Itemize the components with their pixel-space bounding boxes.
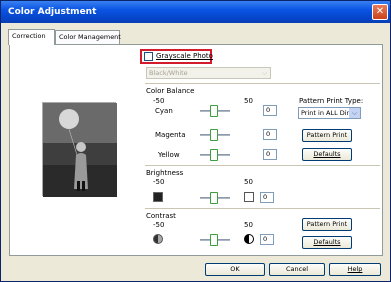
magenta-slider-thumb[interactable] bbox=[210, 129, 218, 141]
ok-button[interactable]: OK bbox=[205, 263, 265, 276]
magenta-slider[interactable] bbox=[200, 129, 230, 141]
yellow-label: Yellow bbox=[158, 151, 180, 159]
contrast-max: 50 bbox=[244, 221, 253, 229]
brightness-max: 50 bbox=[244, 178, 253, 186]
contrast-min: -50 bbox=[153, 221, 165, 229]
cyan-value[interactable]: 0 bbox=[263, 105, 277, 116]
dark-icon bbox=[153, 192, 163, 202]
close-button[interactable]: ✕ bbox=[372, 4, 388, 20]
magenta-label: Magenta bbox=[155, 131, 186, 139]
light-icon bbox=[244, 192, 254, 202]
brightness-title: Brightness bbox=[146, 169, 184, 177]
pattern-print-type-label: Pattern Print Type: bbox=[299, 97, 364, 105]
contrast-defaults-button[interactable]: Defaults bbox=[302, 236, 352, 249]
bw-select: Black/White ⌵ bbox=[146, 67, 271, 79]
contrast-slider-thumb[interactable] bbox=[210, 234, 218, 246]
chevron-down-icon: ⌵ bbox=[259, 68, 270, 78]
brightness-slider[interactable] bbox=[200, 192, 230, 204]
color-balance-min: -50 bbox=[153, 97, 165, 105]
contrast-pattern-print-button[interactable]: Pattern Print bbox=[302, 218, 352, 231]
tab-color-management[interactable]: Color Management bbox=[55, 30, 121, 44]
high-contrast-icon bbox=[244, 234, 254, 244]
cyan-label: Cyan bbox=[155, 107, 173, 115]
magenta-value[interactable]: 0 bbox=[263, 129, 277, 140]
pattern-print-button[interactable]: Pattern Print bbox=[302, 129, 352, 142]
yellow-slider-thumb[interactable] bbox=[210, 149, 218, 161]
chevron-down-icon: ⌵ bbox=[349, 108, 360, 118]
yellow-value[interactable]: 0 bbox=[263, 149, 277, 160]
bw-select-value: Black/White bbox=[149, 69, 188, 77]
contrast-divider bbox=[145, 208, 380, 209]
contrast-value[interactable]: 0 bbox=[260, 234, 274, 245]
pattern-print-type-select[interactable]: Print in ALL Directio... ⌵ bbox=[298, 107, 361, 119]
cancel-button[interactable]: Cancel bbox=[269, 263, 325, 276]
brightness-divider bbox=[145, 165, 380, 166]
help-button[interactable]: Help bbox=[329, 263, 381, 276]
correction-panel: Grayscale Photo Black/White ⌵ Color Bala… bbox=[9, 44, 383, 256]
color-balance-title: Color Balance bbox=[146, 87, 195, 95]
preview-image bbox=[42, 102, 117, 197]
title-bar: Color Adjustment ✕ bbox=[1, 1, 390, 23]
brightness-slider-thumb[interactable] bbox=[210, 192, 218, 204]
color-balance-divider bbox=[145, 83, 380, 84]
tab-correction[interactable]: Correction bbox=[8, 29, 55, 45]
color-adjustment-dialog: Color Adjustment ✕ Correction Color Mana… bbox=[0, 0, 391, 282]
grayscale-label: Grayscale Photo bbox=[156, 52, 213, 60]
yellow-slider[interactable] bbox=[200, 149, 230, 161]
contrast-slider[interactable] bbox=[200, 234, 230, 246]
window-title: Color Adjustment bbox=[8, 7, 97, 17]
low-contrast-icon bbox=[153, 234, 163, 244]
cyan-slider-thumb[interactable] bbox=[210, 105, 218, 117]
brightness-min: -50 bbox=[153, 178, 165, 186]
color-balance-max: 50 bbox=[244, 97, 253, 105]
contrast-title: Contrast bbox=[146, 212, 176, 220]
brightness-value[interactable]: 0 bbox=[260, 192, 274, 203]
defaults-button[interactable]: Defaults bbox=[302, 148, 352, 161]
grayscale-checkbox[interactable] bbox=[144, 52, 153, 61]
close-icon: ✕ bbox=[375, 6, 385, 17]
cyan-slider[interactable] bbox=[200, 105, 230, 117]
